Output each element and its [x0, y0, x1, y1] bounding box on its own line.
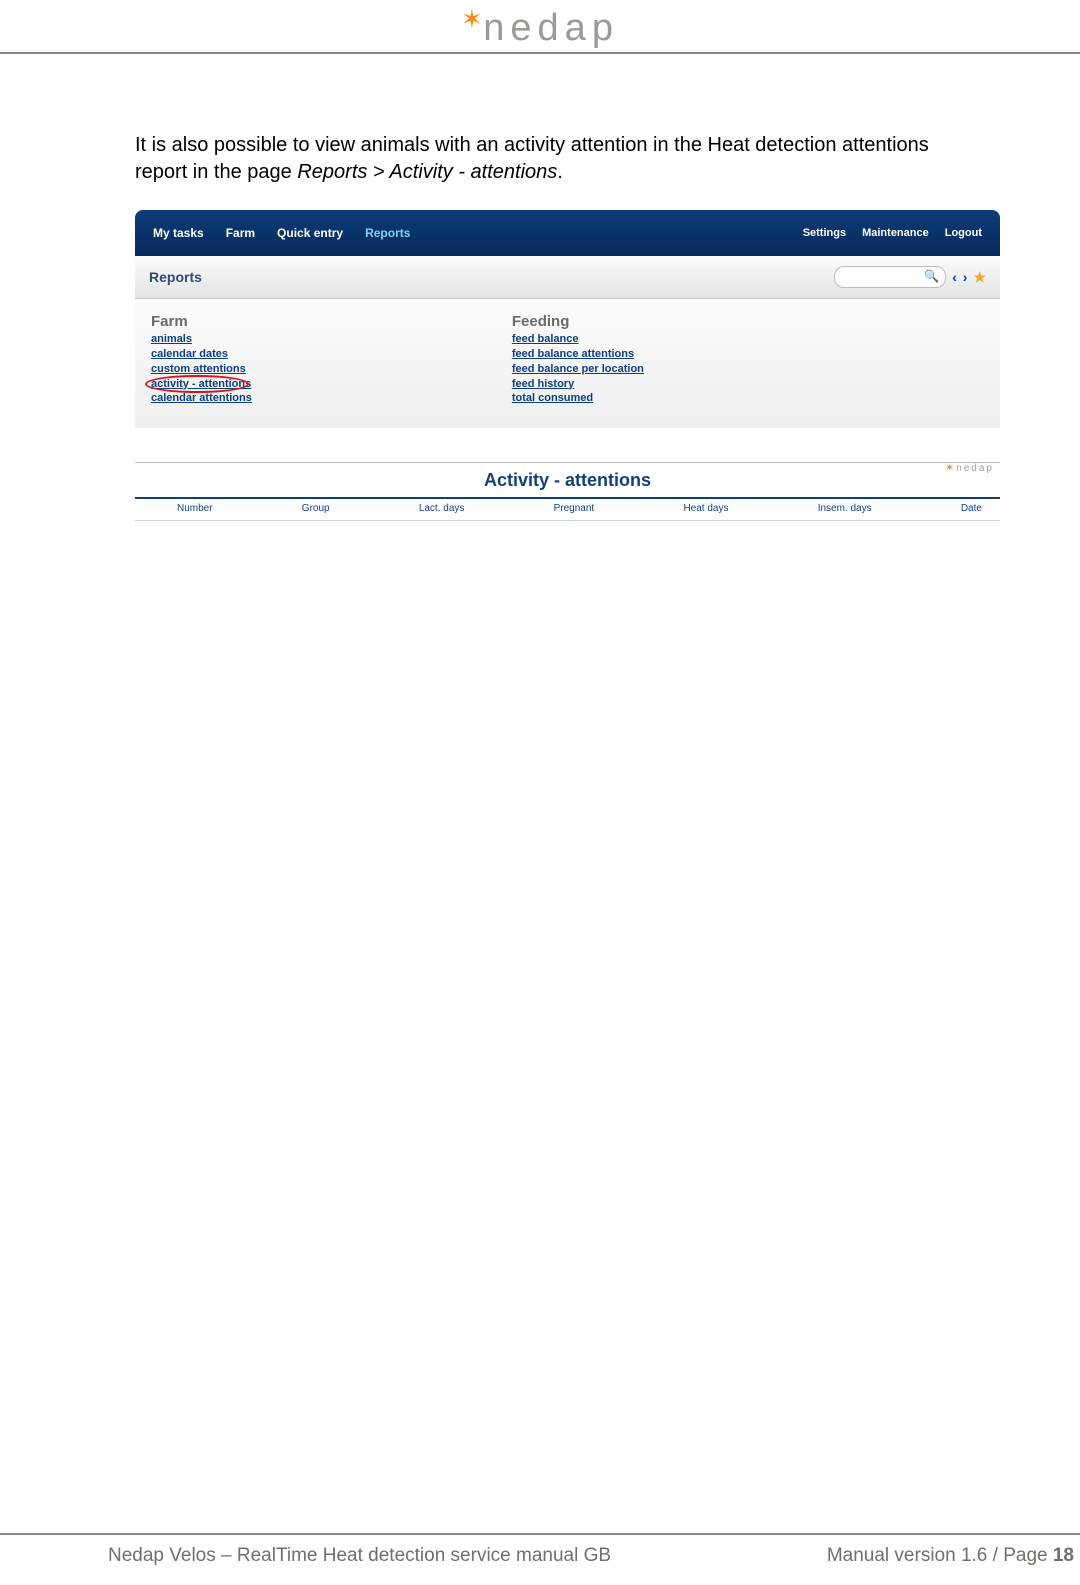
reports-body: Farm animals calendar dates custom atten…: [135, 299, 1000, 428]
farm-column: Farm animals calendar dates custom atten…: [151, 313, 252, 406]
nav-quick-entry[interactable]: Quick entry: [277, 226, 343, 240]
link-calendar-attentions[interactable]: calendar attentions: [151, 391, 252, 406]
report-title: Activity - attentions: [135, 463, 1000, 491]
col-group: Group: [302, 503, 330, 514]
col-date: Date: [961, 503, 982, 514]
link-calendar-dates[interactable]: calendar dates: [151, 347, 252, 362]
report-brand: ✶nedap: [945, 461, 994, 474]
nav-farm[interactable]: Farm: [226, 226, 255, 240]
page-toolbar: Reports 🔍 ‹ › ★: [135, 256, 1000, 299]
link-feed-balance[interactable]: feed balance: [512, 332, 644, 347]
report-columns: Number Group Lact. days Pregnant Heat da…: [135, 499, 1000, 521]
feeding-column: Feeding feed balance feed balance attent…: [512, 313, 644, 406]
col-number: Number: [177, 503, 213, 514]
link-animals[interactable]: animals: [151, 332, 252, 347]
nav-logout[interactable]: Logout: [945, 227, 982, 239]
col-pregnant: Pregnant: [554, 503, 595, 514]
report-brand-text: nedap: [956, 463, 994, 474]
link-custom-attentions[interactable]: custom attentions: [151, 362, 252, 377]
star-icon: ✶: [945, 462, 956, 474]
intro-path: Reports > Activity - attentions: [297, 161, 557, 183]
main-nav: My tasks Farm Quick entry Reports Settin…: [135, 210, 1000, 256]
link-feed-history[interactable]: feed history: [512, 377, 644, 392]
nav-my-tasks[interactable]: My tasks: [153, 226, 204, 240]
col-heat-days: Heat days: [683, 503, 728, 514]
footer-left: Nedap Velos – RealTime Heat detection se…: [108, 1545, 611, 1567]
nav-maintenance[interactable]: Maintenance: [862, 227, 929, 239]
farm-heading: Farm: [151, 313, 252, 330]
link-feed-balance-attentions[interactable]: feed balance attentions: [512, 347, 644, 362]
screenshot-activity-attentions: Activity - attentions ✶nedap Number Grou…: [135, 462, 1000, 521]
header-logo: ✶ nedap: [0, 0, 1080, 50]
col-lact-days: Lact. days: [419, 503, 465, 514]
brand-text: nedap: [483, 7, 619, 50]
footer-page-number: 18: [1053, 1545, 1074, 1566]
link-total-consumed[interactable]: total consumed: [512, 391, 644, 406]
footer-right: Manual version 1.6 / Page 18: [827, 1545, 1074, 1567]
intro-period: .: [557, 161, 563, 183]
screenshot-reports-page: My tasks Farm Quick entry Reports Settin…: [135, 210, 1000, 428]
nav-settings[interactable]: Settings: [803, 227, 846, 239]
next-icon[interactable]: ›: [963, 269, 968, 285]
intro-paragraph: It is also possible to view animals with…: [135, 132, 945, 186]
footer-rule: [0, 1533, 1080, 1535]
nav-reports[interactable]: Reports: [365, 226, 410, 240]
search-input[interactable]: 🔍: [834, 266, 946, 288]
link-feed-balance-per-location[interactable]: feed balance per location: [512, 362, 644, 377]
star-icon: ✶: [461, 4, 483, 35]
link-activity-attentions[interactable]: activity - attentions: [151, 377, 252, 392]
favorite-icon[interactable]: ★: [973, 269, 986, 286]
page-title: Reports: [149, 269, 202, 285]
col-insem-days: Insem. days: [818, 503, 872, 514]
search-icon: 🔍: [924, 269, 939, 283]
feeding-heading: Feeding: [512, 313, 644, 330]
page-footer: Nedap Velos – RealTime Heat detection se…: [0, 1533, 1080, 1567]
prev-icon[interactable]: ‹: [952, 269, 957, 285]
footer-version: Manual version 1.6 / Page: [827, 1545, 1053, 1566]
